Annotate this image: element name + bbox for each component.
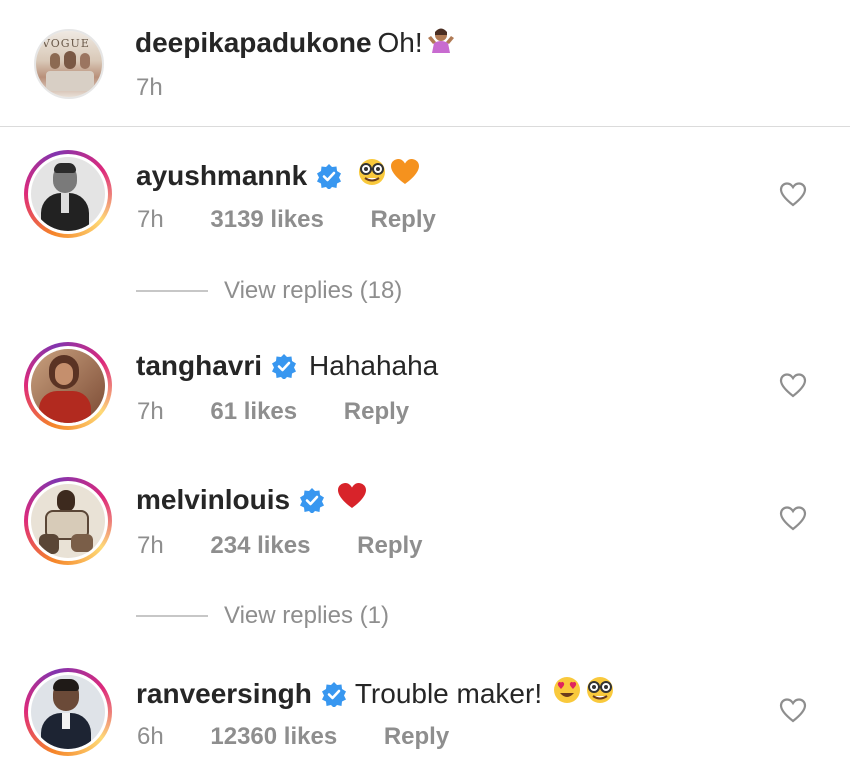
view-replies-button[interactable]: View replies (18) (136, 277, 402, 305)
view-replies-label: View replies (1) (224, 602, 389, 629)
replies-rule (136, 290, 208, 292)
comment-text: Trouble maker! (354, 677, 543, 709)
person-shrugging-emoji (426, 24, 456, 61)
comment-likes[interactable]: 61 likes (210, 398, 297, 426)
comment-time: 7h (137, 398, 164, 425)
verified-badge-icon (316, 163, 342, 190)
comment-username[interactable]: ayushmannk (136, 160, 307, 192)
reply-button[interactable]: Reply (344, 398, 409, 426)
comment-likes[interactable]: 12360 likes (210, 723, 337, 751)
caption-text: Oh! (377, 26, 423, 58)
comment-likes[interactable]: 234 likes (210, 532, 310, 560)
avatar-tanghavri[interactable] (24, 342, 112, 430)
caption-username[interactable]: deepikapadukone (135, 27, 372, 59)
like-heart-icon[interactable] (779, 505, 807, 531)
comment-text: Hahahaha (309, 350, 439, 381)
tanghavri-photo (31, 349, 105, 423)
comment-username[interactable]: melvinlouis (136, 484, 290, 516)
avatar-deepikapadukone[interactable]: VOGUE (34, 29, 104, 99)
like-heart-icon[interactable] (779, 372, 807, 398)
vogue-cover-photo: VOGUE (36, 31, 102, 97)
reply-button[interactable]: Reply (370, 206, 435, 234)
caption-header: VOGUE deepikapadukone Oh! 7h (0, 0, 850, 126)
verified-badge-icon (271, 353, 297, 380)
ayushmannk-photo (31, 157, 105, 231)
view-replies-button[interactable]: View replies (1) (136, 602, 389, 630)
like-heart-icon[interactable] (779, 697, 807, 723)
red-heart-emoji (337, 482, 367, 517)
replies-rule (136, 615, 208, 617)
like-heart-icon[interactable] (779, 181, 807, 207)
comment-time: 7h (137, 206, 164, 233)
comment-time: 7h (137, 532, 164, 559)
melvinlouis-photo (31, 484, 105, 558)
nerd-face-emoji (584, 675, 616, 712)
verified-badge-icon (299, 487, 325, 514)
nerd-face-emoji (356, 157, 388, 194)
avatar-melvinlouis[interactable] (24, 477, 112, 565)
heart-eyes-emoji (552, 675, 582, 712)
comment-username[interactable]: ranveersingh (136, 678, 312, 710)
verified-badge-icon (321, 681, 347, 708)
comment-likes[interactable]: 3139 likes (210, 206, 323, 234)
caption-divider (0, 126, 850, 127)
caption-time: 7h (136, 74, 163, 101)
orange-heart-emoji (390, 158, 420, 193)
view-replies-label: View replies (18) (224, 277, 403, 304)
comment-time: 6h (137, 723, 164, 750)
comment-username[interactable]: tanghavri (136, 350, 262, 382)
reply-button[interactable]: Reply (384, 723, 449, 751)
ranveersingh-photo (31, 675, 105, 749)
reply-button[interactable]: Reply (357, 532, 422, 560)
avatar-ayushmannk[interactable] (24, 150, 112, 238)
avatar-ranveersingh[interactable] (24, 668, 112, 756)
